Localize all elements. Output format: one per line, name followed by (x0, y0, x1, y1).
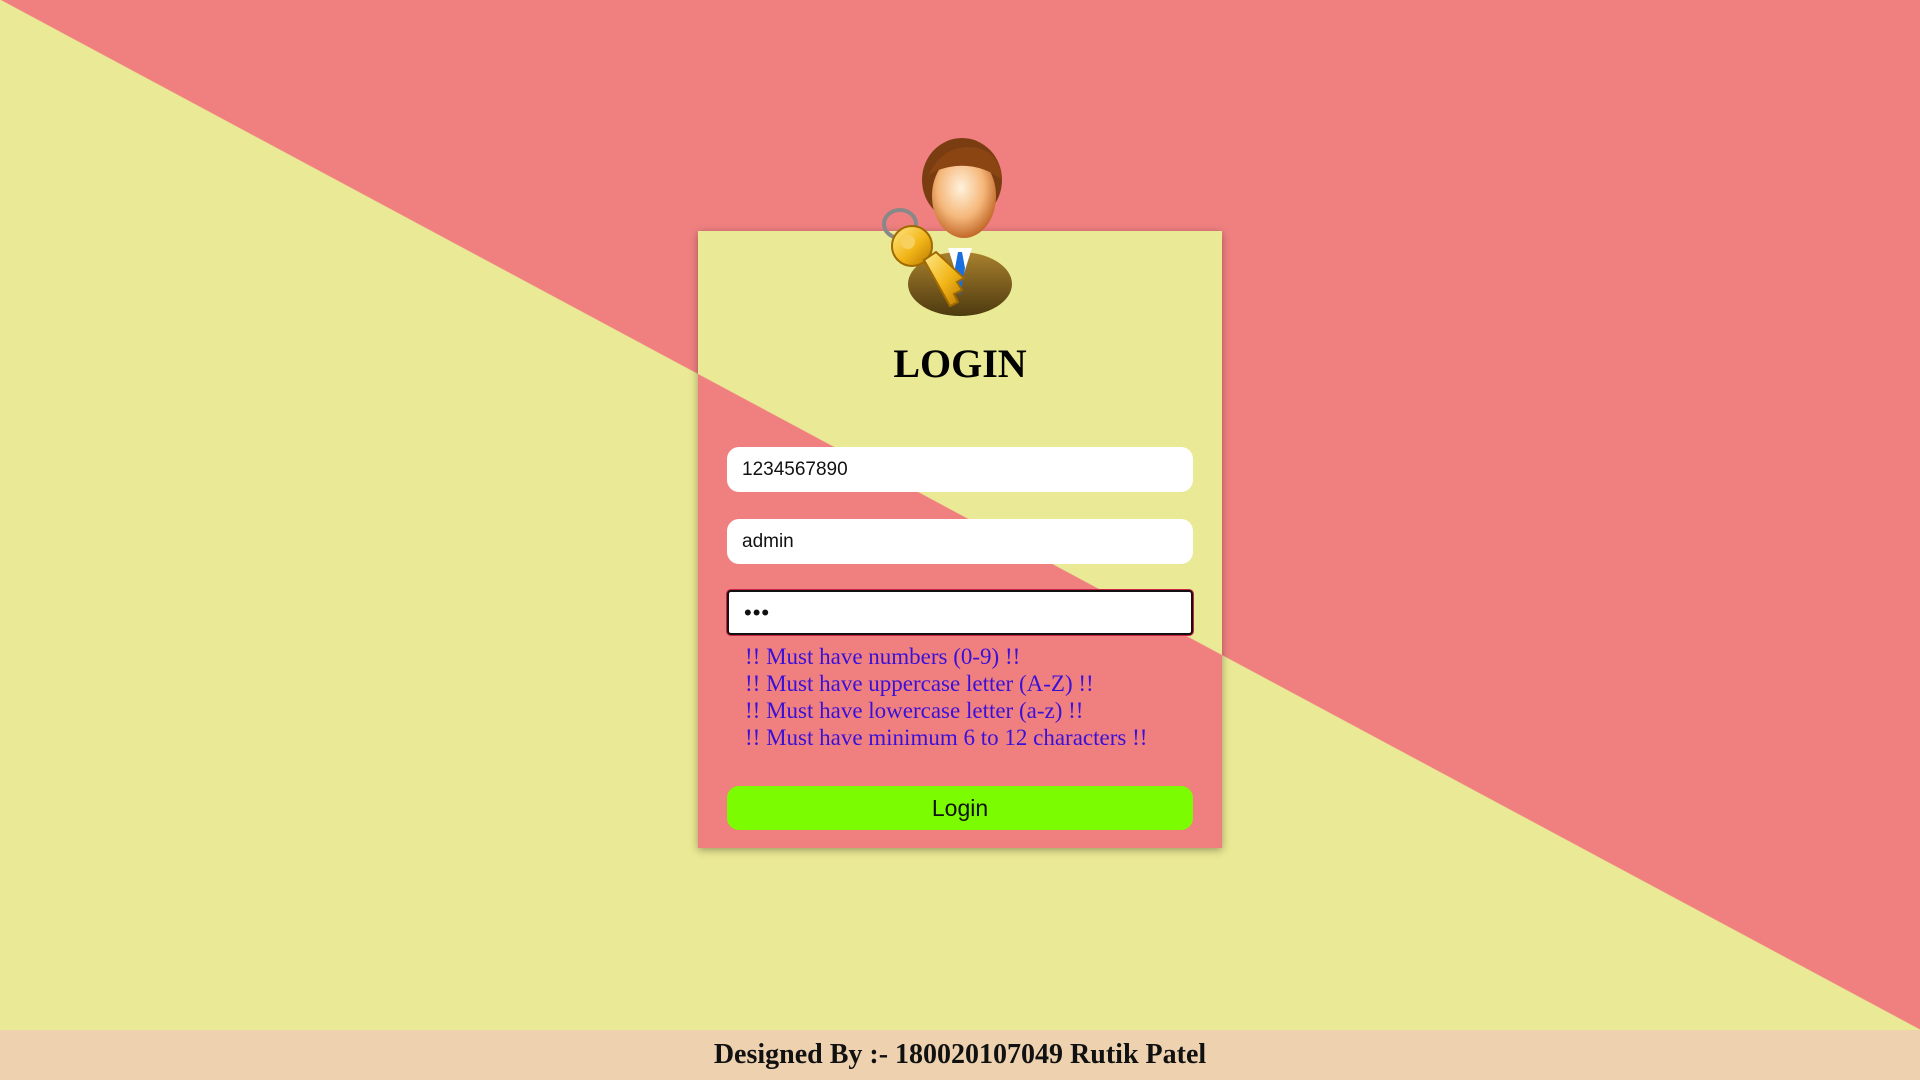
username-input[interactable] (727, 519, 1193, 564)
mobile-number-input[interactable] (727, 447, 1193, 492)
footer-credit: Designed By :- 180020107049 Rutik Patel (0, 1030, 1920, 1080)
login-title: LOGIN (893, 341, 1027, 386)
login-button[interactable]: Login (727, 786, 1193, 830)
password-rule-numbers: !! Must have numbers (0-9) !! (745, 644, 1021, 669)
user-with-key-icon (882, 138, 1012, 316)
password-rule-uppercase: !! Must have uppercase letter (A-Z) !! (745, 671, 1094, 696)
password-input[interactable] (727, 590, 1193, 635)
password-rule-lowercase: !! Must have lowercase letter (a-z) !! (745, 698, 1084, 723)
password-rule-length: !! Must have minimum 6 to 12 characters … (745, 725, 1148, 750)
password-rules-list: !! Must have numbers (0-9) !! !! Must ha… (745, 643, 1147, 751)
